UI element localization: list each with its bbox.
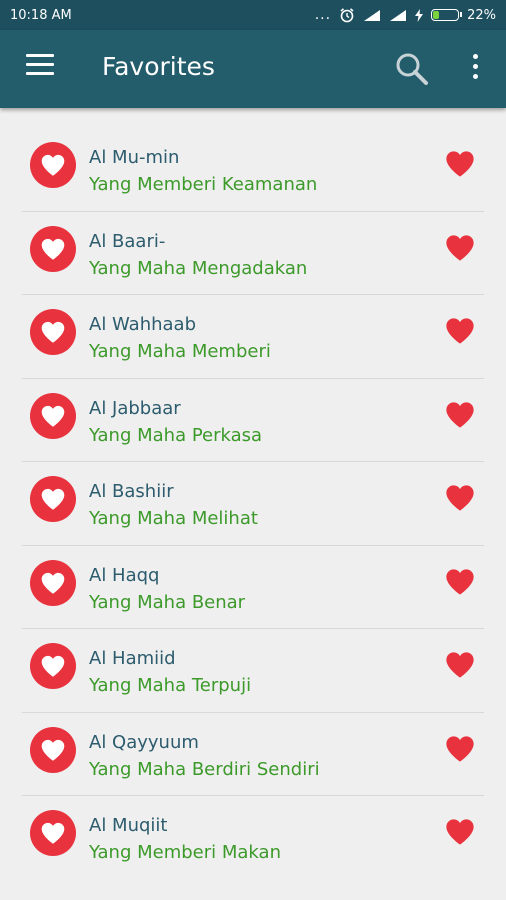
list-item[interactable]: Al Wahhaab Yang Maha Memberi bbox=[0, 295, 506, 379]
heart-avatar-icon bbox=[30, 476, 76, 522]
asma-name: Al Baari- bbox=[89, 230, 166, 252]
asma-name: Al Haqq bbox=[89, 564, 160, 586]
asma-name: Al Qayyuum bbox=[89, 731, 199, 753]
page-title: Favorites bbox=[102, 52, 215, 81]
heart-avatar-icon bbox=[30, 559, 76, 606]
heart-filled-icon[interactable] bbox=[443, 733, 477, 763]
list-item[interactable]: Al Qayyuum Yang Maha Berdiri Sendiri bbox=[0, 713, 506, 796]
list-item[interactable]: Al Baari- Yang Maha Mengadakan bbox=[0, 212, 506, 295]
list-item[interactable]: Al Hamiid Yang Maha Terpuji bbox=[0, 629, 506, 713]
app-bar: Favorites bbox=[0, 30, 506, 108]
heart-filled-icon[interactable] bbox=[443, 566, 477, 596]
list-item[interactable]: Al Mu-min Yang Memberi Keamanan bbox=[0, 128, 506, 212]
asma-meaning: Yang Maha Berdiri Sendiri bbox=[89, 758, 320, 780]
asma-name: Al Jabbaar bbox=[89, 397, 181, 419]
asma-meaning: Yang Maha Melihat bbox=[89, 508, 258, 529]
heart-avatar-icon bbox=[30, 309, 76, 355]
asma-name: Al Mu-min bbox=[89, 147, 180, 168]
heart-filled-icon[interactable] bbox=[443, 315, 477, 345]
favorites-list: Al Mu-min Yang Memberi Keamanan Al Baari- Y… bbox=[0, 128, 506, 880]
list-item[interactable]: Al Haqq Yang Maha Benar bbox=[0, 546, 506, 629]
hamburger-menu-icon[interactable] bbox=[26, 54, 54, 78]
asma-meaning: Yang Memberi Makan bbox=[89, 842, 281, 863]
search-icon[interactable] bbox=[394, 51, 430, 87]
heart-avatar-icon bbox=[30, 810, 76, 856]
status-time: 10:18 AM bbox=[10, 7, 72, 23]
alarm-icon bbox=[340, 8, 354, 23]
heart-avatar-icon bbox=[30, 392, 76, 439]
more-vert-icon[interactable] bbox=[470, 54, 480, 84]
battery-level bbox=[433, 11, 439, 19]
notification-dots: ... bbox=[314, 7, 332, 23]
asma-meaning: Yang Maha Mengadakan bbox=[89, 257, 308, 279]
heart-filled-icon[interactable] bbox=[443, 482, 477, 512]
asma-meaning: Yang Maha Benar bbox=[89, 591, 246, 613]
heart-avatar-icon bbox=[30, 225, 76, 272]
asma-name: Al Wahhaab bbox=[89, 314, 197, 335]
heart-avatar-icon bbox=[30, 726, 76, 773]
list-item[interactable]: Al Jabbaar Yang Maha Perkasa bbox=[0, 379, 506, 462]
heart-avatar-icon bbox=[30, 142, 76, 188]
status-icons: ... 22% bbox=[315, 7, 496, 23]
asma-meaning: Yang Maha Memberi bbox=[89, 341, 271, 362]
list-item[interactable]: Al Bashiir Yang Maha Melihat bbox=[0, 462, 506, 546]
asma-name: Al Muqiit bbox=[89, 815, 168, 836]
heart-filled-icon[interactable] bbox=[443, 816, 477, 846]
asma-meaning: Yang Maha Perkasa bbox=[89, 424, 263, 446]
status-bar: 10:18 AM ... 22% bbox=[0, 0, 506, 30]
heart-avatar-icon bbox=[30, 643, 76, 689]
battery-icon bbox=[431, 9, 463, 21]
asma-meaning: Yang Maha Terpuji bbox=[89, 675, 252, 696]
signal-icon-2 bbox=[390, 10, 407, 21]
asma-name: Al Hamiid bbox=[89, 648, 176, 669]
list-item[interactable]: Al Muqiit Yang Memberi Makan bbox=[0, 796, 506, 880]
signal-icon-1 bbox=[364, 10, 381, 21]
asma-name: Al Bashiir bbox=[89, 481, 174, 502]
charging-icon bbox=[415, 8, 424, 22]
heart-filled-icon[interactable] bbox=[443, 148, 477, 178]
heart-filled-icon[interactable] bbox=[443, 399, 477, 429]
heart-filled-icon[interactable] bbox=[443, 649, 477, 679]
battery-percent: 22% bbox=[467, 7, 496, 23]
heart-filled-icon[interactable] bbox=[443, 232, 477, 262]
asma-meaning: Yang Memberi Keamanan bbox=[89, 174, 318, 195]
